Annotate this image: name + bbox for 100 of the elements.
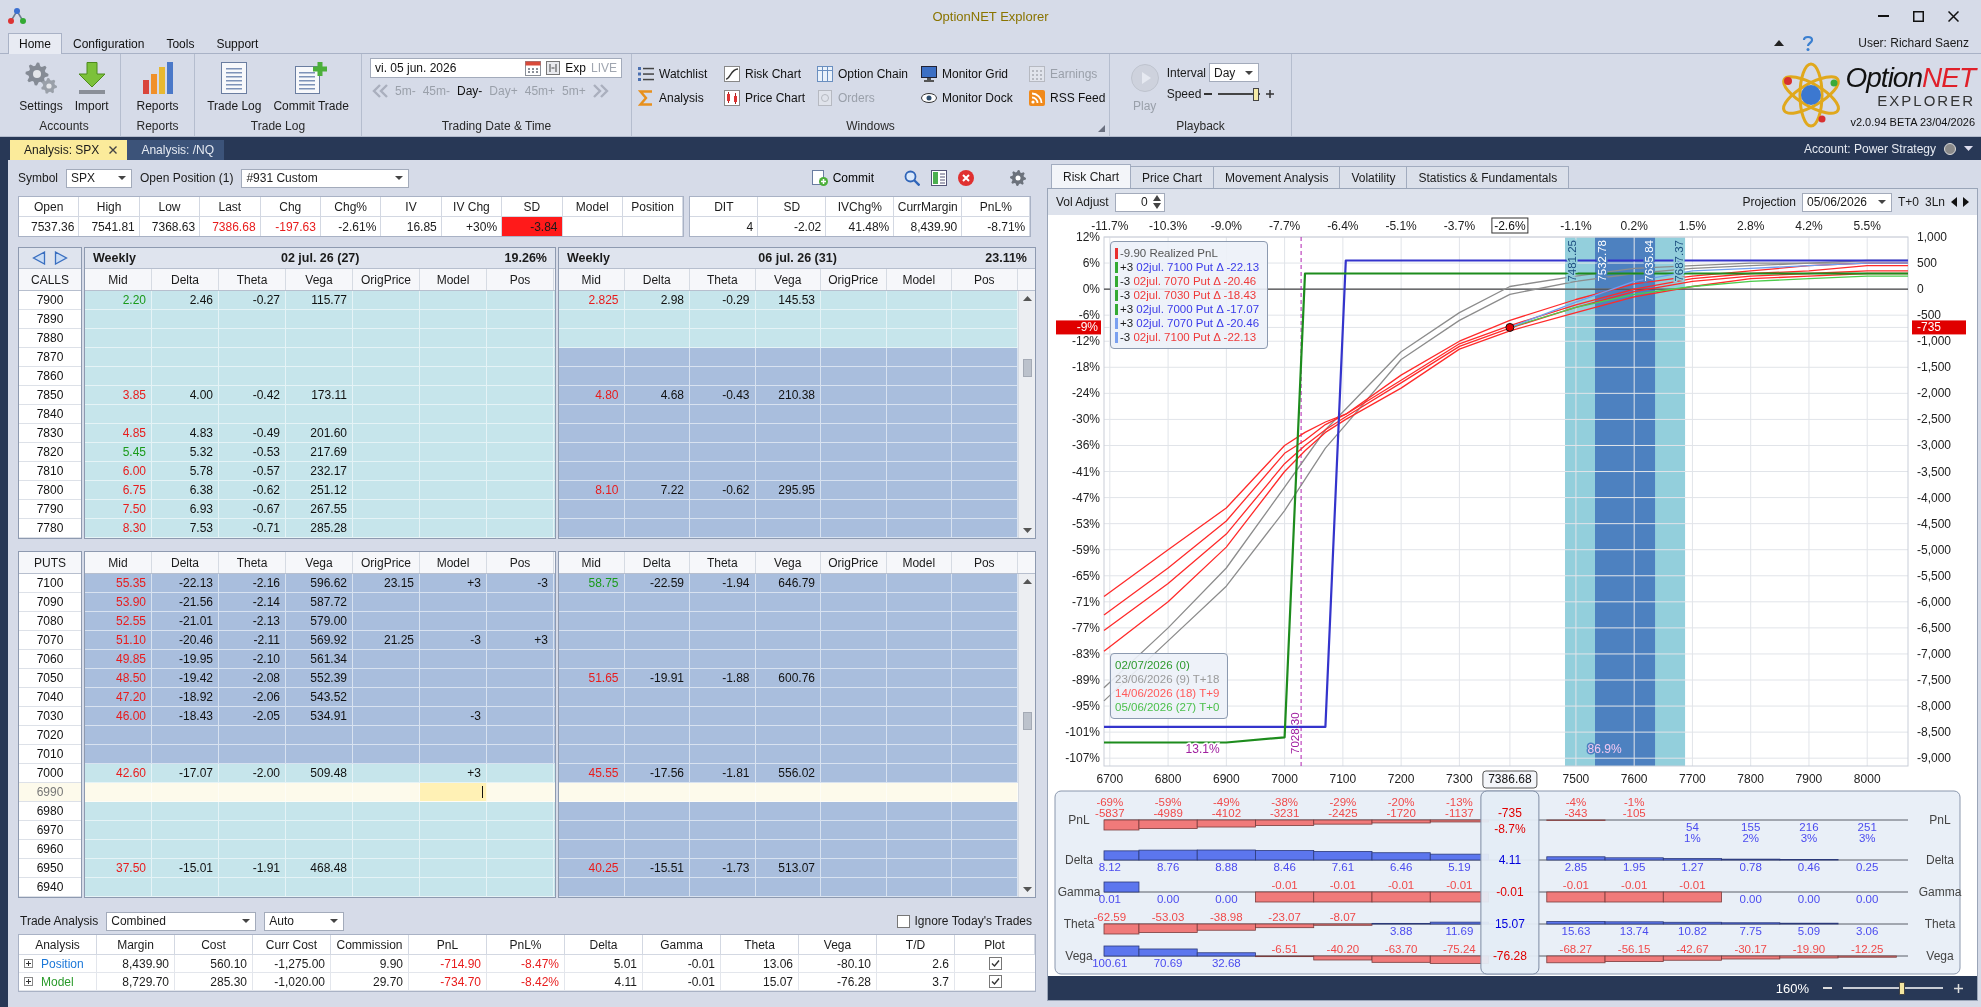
greek-value: 10.82 — [1678, 925, 1707, 937]
table-cell: -20.46 — [152, 631, 219, 649]
greek-percent: -1% — [1623, 796, 1645, 808]
x-axis-label: 7700 — [1679, 772, 1706, 786]
y-axis-label: -8,500 — [1917, 725, 1952, 740]
table-cell: 173.11 — [286, 386, 353, 404]
greek-value: 251 — [1857, 821, 1877, 833]
quote-value: -3.84 — [502, 217, 563, 236]
greek-value: 0.00 — [1739, 893, 1762, 905]
percent-axis-label: -71% — [1072, 594, 1100, 609]
quote-value: 8,439.90 — [894, 217, 963, 236]
y-axis-label: -2,000 — [1917, 386, 1952, 401]
table-cell: 8.30 — [85, 519, 152, 537]
column-header: Chg% — [320, 197, 382, 217]
table-cell: -15.51 — [624, 859, 690, 877]
table-cell: -0.01 — [643, 955, 721, 973]
marker-line-label: 7028.30 — [1289, 712, 1302, 754]
percent-axis-label: -12% — [1072, 334, 1100, 349]
table-cell: -0.01 — [643, 973, 721, 991]
percent-axis-label: 0% — [1082, 282, 1100, 297]
y-axis-label: -6,500 — [1917, 620, 1952, 635]
table-cell: 6.93 — [152, 500, 219, 518]
table-cell: 5.32 — [152, 443, 219, 461]
table-cell: 2.20 — [85, 291, 152, 309]
table-cell: -1.73 — [690, 859, 756, 877]
table-cell: -1,020.00 — [253, 973, 331, 991]
row-label: Delta — [1926, 853, 1954, 867]
table-cell: 569.92 — [286, 631, 353, 649]
column-header: Vega — [286, 552, 353, 573]
table-cell: 145.53 — [755, 291, 821, 309]
column-header: Vega — [799, 935, 877, 955]
quote-value: 16.85 — [381, 217, 442, 236]
column-header: Gamma — [643, 935, 721, 955]
greek-value: -42.67 — [1676, 943, 1709, 955]
x-axis-label: 7000 — [1271, 772, 1298, 786]
table-cell: -8.42% — [487, 973, 565, 991]
column-header: Delta — [152, 552, 219, 573]
table-cell: 509.48 — [286, 764, 353, 782]
current-percent-label: -2.6% — [1491, 217, 1529, 234]
legend-text: -9.90 Realized PnL — [1120, 247, 1218, 259]
y-axis-label: -500 — [1917, 308, 1942, 323]
table-cell: -0.42 — [219, 386, 286, 404]
column-header: Model — [420, 269, 487, 290]
column-header: Vega — [755, 269, 821, 290]
greek-value: 1.27 — [1681, 861, 1704, 873]
column-header: PnL% — [487, 935, 565, 955]
table-cell: -17.56 — [624, 764, 690, 782]
y-axis-label: -7,500 — [1917, 673, 1952, 687]
table-cell: 6.00 — [85, 462, 152, 480]
column-header: OrigPrice — [353, 552, 420, 573]
column-header: Delta — [624, 269, 690, 290]
column-header: T/D — [877, 935, 955, 955]
table-cell: 49.85 — [85, 650, 152, 668]
greek-value: 8.46 — [1273, 861, 1296, 873]
table-cell: -0.67 — [219, 500, 286, 518]
table-cell: 15.07 — [721, 973, 799, 991]
column-header: Margin — [97, 935, 175, 955]
band-edge-label: 7532.78 — [1596, 240, 1608, 282]
percent-axis-label: -65% — [1072, 568, 1100, 583]
current-value: -735 — [1497, 806, 1522, 820]
column-header: Last — [200, 197, 261, 217]
zoom-level: 160% — [1775, 980, 1809, 996]
greek-value: -1720 — [1386, 807, 1416, 819]
greek-value: -19.90 — [1792, 943, 1826, 955]
table-cell: 285.30 — [175, 973, 253, 991]
greek-value: 0.00 — [1797, 893, 1821, 905]
percent-axis-label: 4.2% — [1795, 219, 1823, 233]
greek-value: 0.46 — [1797, 861, 1821, 873]
expiry-date: 02 jul. 26 (27) — [280, 251, 360, 265]
greek-percent: 3% — [1858, 832, 1876, 844]
greek-percent: 2% — [1742, 832, 1759, 844]
version-text: v2.0.94 BETA 23/04/2026 — [1850, 115, 1975, 128]
column-header: Mid — [559, 269, 625, 290]
row-label: Delta — [1065, 853, 1093, 867]
current-pnl-badge: -735 — [1912, 320, 1966, 335]
table-cell: 8,729.70 — [97, 973, 175, 991]
table-cell: 2.46 — [152, 291, 219, 309]
table-cell: 9.90 — [331, 955, 409, 973]
expiry-name: Weekly — [93, 251, 136, 265]
column-header: Delta — [624, 552, 690, 573]
current-price-label: 7386.68 — [1482, 770, 1538, 789]
percent-axis-label: -101% — [1065, 725, 1100, 740]
checkbox-label: Ignore Today's Trades — [914, 914, 1032, 928]
greek-value: 32.68 — [1211, 957, 1241, 969]
table-cell: 37.50 — [85, 859, 152, 877]
column-header: Chg — [260, 197, 321, 217]
table-cell: 552.39 — [286, 669, 353, 687]
expiry-legend-text: 14/06/2026 (18) T+9 — [1115, 687, 1220, 699]
table-cell: -18.43 — [152, 707, 219, 725]
y-axis-label: -6,000 — [1917, 594, 1952, 609]
greek-value: 8.88 — [1215, 861, 1238, 873]
greek-percent: -29% — [1329, 796, 1357, 808]
column-header: Open — [19, 197, 80, 217]
quote-value: -197.63 — [260, 217, 321, 236]
greek-value: 70.69 — [1153, 957, 1183, 969]
row-label: Gamma — [1918, 885, 1962, 899]
logo-subtitle: EXPLORER — [1877, 92, 1975, 108]
table-cell: 646.79 — [755, 574, 821, 592]
table-cell: 8,439.90 — [97, 955, 175, 973]
row-label: Theta — [1063, 917, 1095, 931]
